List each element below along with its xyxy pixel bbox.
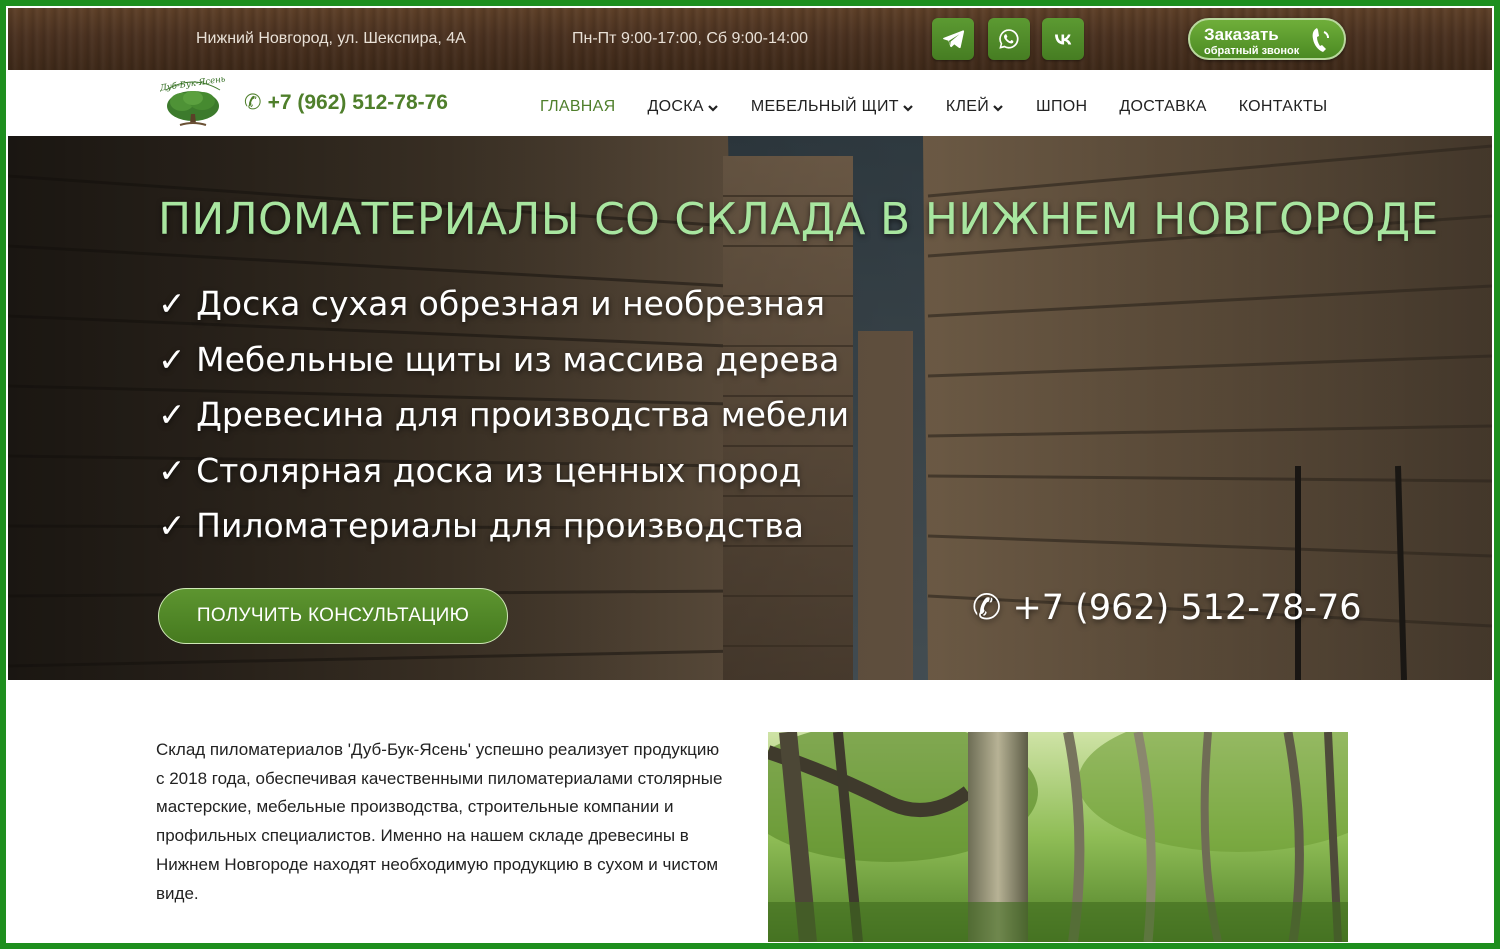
get-consultation-button[interactable]: ПОЛУЧИТЬ КОНСУЛЬТАЦИЮ	[158, 588, 508, 644]
chevron-down-icon	[992, 101, 1004, 113]
logo-tree-icon[interactable]: Дуб-Бук-Ясень	[160, 76, 226, 132]
hero-feature-item: ✓ Доска сухая обрезная и необрезная	[158, 284, 825, 323]
phone-icon: ✆	[972, 588, 1013, 628]
about-paragraph: Склад пиломатериалов 'Дуб-Бук-Ясень' усп…	[156, 740, 723, 903]
chevron-down-icon	[707, 101, 719, 113]
menu-item-board-label: ДОСКА	[647, 98, 704, 115]
top-bar: Нижний Новгород, ул. Шекспира, 4А Пн-Пт …	[8, 8, 1492, 70]
main-menu: ГЛАВНАЯ ДОСКА МЕБЕЛЬНЫЙ ЩИТ КЛЕЙ ШПОН ДО…	[540, 98, 1327, 116]
vk-icon[interactable]	[1042, 18, 1084, 60]
whatsapp-icon[interactable]	[988, 18, 1030, 60]
menu-item-veneer-label: ШПОН	[1036, 98, 1088, 115]
hero-feature-item: ✓ Столярная доска из ценных пород	[158, 450, 802, 490]
hero-banner: ПИЛОМАТЕРИАЛЫ СО СКЛАДА В НИЖНЕМ НОВГОРО…	[8, 136, 1492, 680]
menu-item-home[interactable]: ГЛАВНАЯ	[540, 98, 616, 116]
header-phone-number: +7 (962) 512-78-76	[267, 91, 448, 114]
hero-feature-item: ✓ Древесина для производства мебели	[158, 395, 850, 434]
menu-item-veneer[interactable]: ШПОН	[1036, 98, 1087, 116]
menu-item-furniture-panel-label: МЕБЕЛЬНЫЙ ЩИТ	[750, 98, 899, 115]
hero-title: ПИЛОМАТЕРИАЛЫ СО СКЛАДА В НИЖНЕМ НОВГОРО…	[158, 194, 1439, 245]
hero-phone-number: +7 (962) 512-78-76	[1012, 588, 1362, 628]
working-hours-text: Пн-Пт 9:00-17:00, Сб 9:00-14:00	[572, 30, 809, 47]
chevron-down-icon	[902, 101, 914, 113]
hero-phone-link[interactable]: ✆ +7 (962) 512-78-76	[972, 588, 1362, 628]
callback-label-sub: обратный звонок	[1204, 45, 1300, 57]
menu-item-delivery[interactable]: ДОСТАВКА	[1119, 98, 1206, 116]
beech-forest-image	[768, 732, 1348, 942]
handset-icon	[1312, 28, 1329, 52]
menu-item-glue-label: КЛЕЙ	[945, 98, 990, 115]
callback-button[interactable]: Заказать обратный звонок	[1188, 18, 1346, 60]
phone-icon: ✆	[244, 91, 262, 114]
page-frame: Нижний Новгород, ул. Шекспира, 4А Пн-Пт …	[0, 0, 1500, 949]
callback-label-main: Заказать	[1204, 25, 1279, 44]
hero-feature-item: ✓ Мебельные щиты из массива дерева	[158, 339, 840, 379]
main-navbar: Дуб-Бук-Ясень ✆ +7 (962) 512-78-76 ГЛАВНА…	[8, 70, 1492, 136]
telegram-icon[interactable]	[932, 18, 974, 60]
menu-item-delivery-label: ДОСТАВКА	[1119, 98, 1207, 115]
menu-item-board[interactable]: ДОСКА	[648, 98, 719, 116]
menu-item-home-label: ГЛАВНАЯ	[540, 98, 616, 115]
header-phone-link[interactable]: ✆ +7 (962) 512-78-76	[244, 90, 448, 115]
menu-item-furniture-panel[interactable]: МЕБЕЛЬНЫЙ ЩИТ	[751, 98, 914, 116]
menu-item-contacts-label: КОНТАКТЫ	[1238, 98, 1328, 115]
hero-feature-list: ✓ Доска сухая обрезная и необрезная ✓ Ме…	[158, 276, 849, 554]
menu-item-glue[interactable]: КЛЕЙ	[946, 98, 1004, 116]
hero-feature-item: ✓ Пиломатериалы для производства	[158, 506, 805, 545]
menu-item-contacts[interactable]: КОНТАКТЫ	[1239, 98, 1328, 116]
address-text: Нижний Новгород, ул. Шекспира, 4А	[196, 30, 466, 47]
